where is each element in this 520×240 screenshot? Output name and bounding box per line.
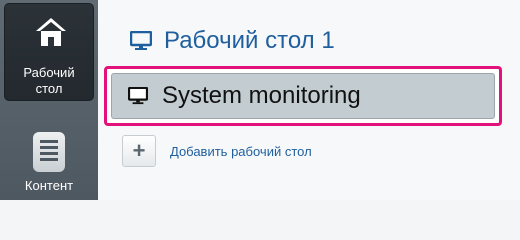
- document-icon: [33, 132, 65, 172]
- sidebar-item-content[interactable]: Контент: [4, 124, 94, 200]
- sidebar-item-desktop-label: Рабочий стол: [23, 65, 75, 96]
- sidebar-item-content-label: Контент: [24, 178, 74, 193]
- desktop-item-label: System monitoring: [162, 82, 361, 109]
- sidebar-item-desktop[interactable]: Рабочий стол: [4, 3, 94, 101]
- monitor-icon: [130, 31, 152, 50]
- selected-desktop-row: System monitoring: [111, 73, 495, 119]
- add-desktop-row[interactable]: + Добавить рабочий стол: [122, 135, 312, 167]
- plus-icon: +: [132, 138, 146, 163]
- home-icon: [36, 18, 66, 46]
- monitor-icon: [128, 87, 148, 105]
- desktop-item-1[interactable]: Рабочий стол 1: [130, 24, 335, 58]
- left-sidebar: Рабочий стол Контент: [0, 0, 98, 200]
- desktop-item-label: Рабочий стол 1: [164, 27, 335, 54]
- add-desktop-link[interactable]: Добавить рабочий стол: [170, 144, 312, 159]
- add-desktop-button[interactable]: +: [122, 135, 156, 167]
- desktop-item-2-selected[interactable]: System monitoring: [104, 66, 502, 126]
